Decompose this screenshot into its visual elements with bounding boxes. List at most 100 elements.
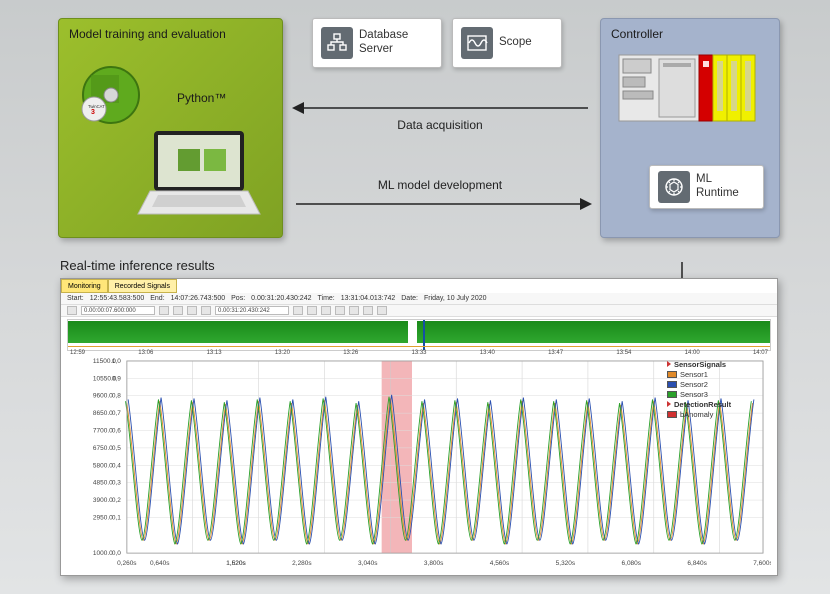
legend-group-detection: DetectionResult [674, 400, 731, 409]
svg-text:7700.0: 7700.0 [93, 428, 113, 435]
svg-text:7,600s: 7,600s [753, 560, 771, 567]
database-server-card: Database Server [312, 18, 442, 68]
svg-text:3900.0: 3900.0 [93, 497, 113, 504]
svg-text:0,260s: 0,260s [117, 560, 136, 567]
overview-strip[interactable]: 12:5913:0613:1313:2013:2613:3313:4013:47… [67, 319, 771, 351]
svg-text:1000.0: 1000.0 [93, 550, 113, 557]
info-pos-label: Pos: [231, 295, 245, 302]
legend: SensorSignals Sensor1 Sensor2 Sensor3 De… [667, 359, 763, 419]
back-button[interactable] [173, 306, 183, 315]
ml-label-1: ML [696, 173, 739, 187]
arrow-data-acquisition [292, 98, 592, 118]
scope-toolbar: 0.00:00:07.600:000 0.00:31:20.430:242 [61, 305, 777, 317]
results-title: Real-time inference results [60, 258, 215, 273]
database-icon [321, 27, 353, 59]
swatch-sensor1 [667, 371, 677, 378]
svg-text:0,9: 0,9 [112, 375, 121, 382]
architecture-diagram: Model training and evaluation TwinCAT 3 … [0, 18, 830, 243]
svg-text:2950.0: 2950.0 [93, 514, 113, 521]
chevron-icon [667, 361, 671, 367]
info-pos-val: 0.00:31:20.430:242 [251, 295, 311, 302]
rewind-button[interactable] [159, 306, 169, 315]
ml-label-2: Runtime [696, 187, 739, 201]
ffwd-button[interactable] [201, 306, 211, 315]
info-date-label: Date: [401, 295, 418, 302]
play-button[interactable] [67, 306, 77, 315]
scope-card: Scope [452, 18, 562, 68]
tool-btn-5[interactable] [349, 306, 359, 315]
svg-text:0,2: 0,2 [112, 497, 121, 504]
legend-sensor3: Sensor3 [680, 390, 708, 399]
svg-text:3,800s: 3,800s [424, 560, 443, 567]
tool-btn-6[interactable] [363, 306, 373, 315]
info-date-val: Friday, 10 July 2020 [424, 295, 487, 302]
ml-runtime-icon [658, 171, 690, 203]
overview-baseline [68, 346, 770, 347]
tab-recorded[interactable]: Recorded Signals [108, 279, 177, 293]
python-label: Python™ [177, 91, 226, 105]
legend-sensor1: Sensor1 [680, 370, 708, 379]
svg-text:6,080s: 6,080s [622, 560, 641, 567]
svg-text:0,6: 0,6 [112, 428, 121, 435]
svg-text:0,3: 0,3 [112, 480, 121, 487]
info-start-val: 12:55:43.583:500 [90, 295, 145, 302]
svg-text:4,560s: 4,560s [490, 560, 509, 567]
svg-text:9600.0: 9600.0 [93, 393, 113, 400]
fwd-button[interactable] [187, 306, 197, 315]
svg-text:5800.0: 5800.0 [93, 462, 113, 469]
ml-label: ML Runtime [696, 173, 739, 201]
svg-text:0,4: 0,4 [112, 462, 121, 469]
laptop-icon [134, 129, 264, 224]
svg-text:0,1: 0,1 [112, 514, 121, 521]
info-time-label: Time: [318, 295, 335, 302]
ml-runtime-card: ML Runtime [649, 165, 764, 209]
legend-sensor2: Sensor2 [680, 380, 708, 389]
svg-text:6,840s: 6,840s [687, 560, 706, 567]
tool-btn-3[interactable] [321, 306, 331, 315]
tool-btn-7[interactable] [377, 306, 387, 315]
info-end-label: End: [150, 295, 164, 302]
db-label-1: Database [359, 29, 408, 43]
legend-anomaly: bAnomaly [680, 410, 713, 419]
svg-text:3: 3 [91, 109, 95, 116]
controller-hardware-icon [617, 49, 765, 129]
svg-text:0,7: 0,7 [112, 410, 121, 417]
db-label-2: Server [359, 43, 408, 57]
info-time-val: 13:31:04.013:742 [341, 295, 396, 302]
info-start-label: Start: [67, 295, 84, 302]
toolbar-field-2[interactable]: 0.00:31:20.430:242 [215, 306, 289, 315]
arrow-ml-development [292, 194, 592, 214]
tool-btn-1[interactable] [293, 306, 303, 315]
svg-text:4850.0: 4850.0 [93, 480, 113, 487]
svg-text:0,0: 0,0 [112, 550, 121, 557]
chart-svg: 11500.01,010550.00,99600.00,88650.00,777… [67, 357, 771, 569]
legend-group-sensors: SensorSignals [674, 360, 726, 369]
tab-monitoring[interactable]: Monitoring [61, 279, 108, 293]
svg-text:2,280s: 2,280s [292, 560, 311, 567]
overview-band [68, 321, 770, 343]
svg-text:0,5: 0,5 [112, 445, 121, 452]
swatch-sensor2 [667, 381, 677, 388]
svg-text:5,320s: 5,320s [556, 560, 575, 567]
scope-icon [461, 27, 493, 59]
twincat-disc-icon: TwinCAT 3 [81, 65, 141, 125]
swatch-sensor3 [667, 391, 677, 398]
toolbar-field-1[interactable]: 0.00:00:07.600:000 [81, 306, 155, 315]
db-label: Database Server [359, 29, 408, 57]
chevron-icon [667, 401, 671, 407]
tool-btn-4[interactable] [335, 306, 345, 315]
scope-info-bar: Start: 12:55:43.583:500 End: 14:07:26.74… [61, 293, 777, 305]
svg-text:0,640s: 0,640s [150, 560, 169, 567]
label-data-acquisition: Data acquisition [340, 118, 540, 132]
info-end-val: 14:07:26.743:500 [171, 295, 226, 302]
tool-btn-2[interactable] [307, 306, 317, 315]
controller-panel: Controller [600, 18, 780, 238]
svg-text:8650.0: 8650.0 [93, 410, 113, 417]
training-title: Model training and evaluation [59, 19, 282, 45]
training-panel: Model training and evaluation TwinCAT 3 … [58, 18, 283, 238]
svg-text:3,040s: 3,040s [358, 560, 377, 567]
scope-window: Monitoring Recorded Signals Start: 12:55… [60, 278, 778, 576]
scope-label: Scope [499, 36, 532, 50]
chart-area: 11500.01,010550.00,99600.00,88650.00,777… [67, 357, 771, 569]
svg-text:1,0: 1,0 [112, 358, 121, 365]
